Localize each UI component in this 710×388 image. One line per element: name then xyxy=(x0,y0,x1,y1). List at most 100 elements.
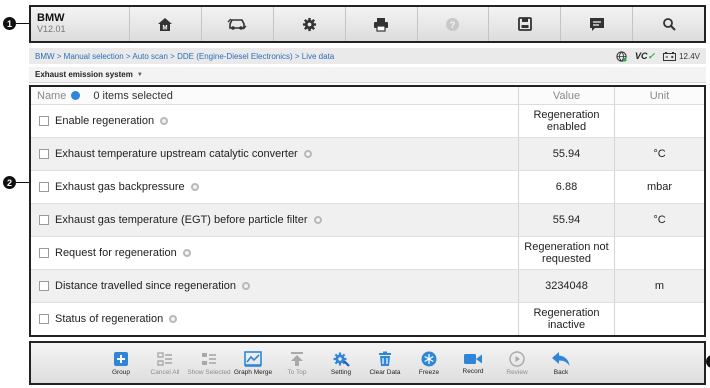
table-row[interactable]: Exhaust gas temperature (EGT) before par… xyxy=(31,204,704,237)
row-value: Regeneration inactive xyxy=(518,303,614,335)
table-row[interactable]: Status of regeneration Regeneration inac… xyxy=(31,303,704,335)
bottom-toolbar: Group Cancel All Show Selected Graph Mer… xyxy=(29,341,706,385)
print-button[interactable] xyxy=(344,7,417,41)
row-value: Regeneration enabled xyxy=(518,105,614,137)
row-unit xyxy=(614,237,704,269)
cancel-all-label: Cancel All xyxy=(150,368,180,376)
setting-button[interactable]: Setting xyxy=(319,343,363,383)
to-top-icon xyxy=(291,351,303,366)
message-icon xyxy=(589,17,604,31)
graph-merge-button[interactable]: Graph Merge xyxy=(231,343,275,383)
row-name-cell: Exhaust gas temperature (EGT) before par… xyxy=(31,204,518,236)
message-button[interactable] xyxy=(560,7,632,41)
table-row[interactable]: Distance travelled since regeneration 32… xyxy=(31,270,704,303)
row-checkbox[interactable] xyxy=(39,215,49,225)
callout-2: 2 xyxy=(3,176,30,189)
search-icon xyxy=(662,18,676,31)
svg-text:M: M xyxy=(163,25,168,31)
callout-number: 1 xyxy=(3,17,16,30)
print-icon xyxy=(374,17,389,32)
breadcrumb-bar: BMW > Manual selection > Auto scan > DDE… xyxy=(29,48,706,64)
table-row[interactable]: Exhaust gas backpressure 6.88 mbar xyxy=(31,171,704,204)
help-icon: ? xyxy=(446,17,460,31)
table-row[interactable]: Request for regeneration Regeneration no… xyxy=(31,237,704,270)
record-button[interactable]: Record xyxy=(451,343,495,383)
row-unit xyxy=(614,303,704,335)
show-selected-button[interactable]: Show Selected xyxy=(187,343,231,383)
to-top-button[interactable]: To Top xyxy=(275,343,319,383)
clear-data-icon xyxy=(379,351,391,366)
chevron-down-icon: ▼ xyxy=(136,71,143,78)
row-value: 55.94 xyxy=(518,138,614,170)
callout-1: 1 xyxy=(3,17,30,30)
info-icon[interactable] xyxy=(242,282,250,290)
row-label: Exhaust gas backpressure xyxy=(55,181,185,193)
header-unit: Unit xyxy=(614,87,704,104)
row-label: Enable regeneration xyxy=(55,115,155,127)
row-label: Status of regeneration xyxy=(55,313,164,325)
row-unit xyxy=(614,105,704,137)
row-value: Regeneration not requested xyxy=(518,237,614,269)
row-checkbox[interactable] xyxy=(39,116,49,126)
vci-logo: VC✓ xyxy=(635,51,655,62)
category-label: Exhaust emission system xyxy=(35,70,133,79)
battery-icon xyxy=(663,51,677,61)
network-icon xyxy=(616,50,627,62)
row-value: 55.94 xyxy=(518,204,614,236)
row-label: Exhaust gas temperature (EGT) before par… xyxy=(55,214,308,226)
row-checkbox[interactable] xyxy=(39,182,49,192)
row-checkbox[interactable] xyxy=(39,314,49,324)
review-button[interactable]: Review xyxy=(495,343,539,383)
setting-label: Setting xyxy=(330,368,352,376)
live-data-table: Name 0 items selected Value Unit Enable … xyxy=(29,85,706,337)
freeze-label: Freeze xyxy=(418,368,440,376)
row-unit: mbar xyxy=(614,171,704,203)
brand-name: BMW xyxy=(37,12,65,24)
info-icon[interactable] xyxy=(313,216,322,224)
table-row[interactable]: Exhaust temperature upstream catalytic c… xyxy=(31,138,704,171)
back-button[interactable]: Back xyxy=(539,343,583,383)
setting-icon xyxy=(333,352,350,367)
row-unit: m xyxy=(614,270,704,302)
info-icon[interactable] xyxy=(303,150,312,158)
record-label: Record xyxy=(462,367,484,375)
vehicle-swap-button[interactable] xyxy=(200,7,273,41)
breadcrumb[interactable]: BMW > Manual selection > Auto scan > DDE… xyxy=(35,52,616,61)
home-button[interactable]: M xyxy=(129,7,201,41)
help-button[interactable]: ? xyxy=(416,7,489,41)
clear-data-button[interactable]: Clear Data xyxy=(363,343,407,383)
info-icon[interactable] xyxy=(160,117,169,125)
connection-status: VC✓ 12.4V xyxy=(616,51,700,62)
info-icon[interactable] xyxy=(190,183,199,191)
settings-button[interactable] xyxy=(272,7,345,41)
freeze-button[interactable]: Freeze xyxy=(407,343,451,383)
record-icon xyxy=(464,353,482,364)
row-checkbox[interactable] xyxy=(39,149,49,159)
group-button[interactable]: Group xyxy=(99,343,143,383)
cancel-all-button[interactable]: Cancel All xyxy=(143,343,187,383)
selected-count: 0 items selected xyxy=(93,89,173,102)
info-icon[interactable] xyxy=(182,249,191,257)
row-checkbox[interactable] xyxy=(39,248,49,258)
row-label: Distance travelled since regeneration xyxy=(55,280,236,292)
callout-number: 3 xyxy=(706,355,710,368)
table-header: Name 0 items selected Value Unit xyxy=(31,87,704,105)
header-name[interactable]: Name xyxy=(37,90,66,102)
category-selector[interactable]: Exhaust emission system ▼ xyxy=(29,67,706,83)
vci-logo-text: VC xyxy=(635,50,648,61)
row-checkbox[interactable] xyxy=(39,281,49,291)
save-button[interactable] xyxy=(488,7,560,41)
select-indicator-icon[interactable] xyxy=(71,91,81,100)
info-icon[interactable] xyxy=(169,315,178,323)
row-unit: °C xyxy=(614,204,704,236)
row-label: Request for regeneration xyxy=(55,247,177,259)
vci-connected-mark: ✓ xyxy=(647,50,656,61)
group-label: Group xyxy=(111,368,131,376)
table-row[interactable]: Enable regeneration Regeneration enabled xyxy=(31,105,704,138)
row-value: 3234048 xyxy=(518,270,614,302)
freeze-icon xyxy=(421,351,437,366)
vehicle-swap-icon xyxy=(227,18,247,30)
save-icon xyxy=(517,17,532,31)
search-button[interactable] xyxy=(632,7,704,41)
clear-data-label: Clear Data xyxy=(369,368,401,376)
